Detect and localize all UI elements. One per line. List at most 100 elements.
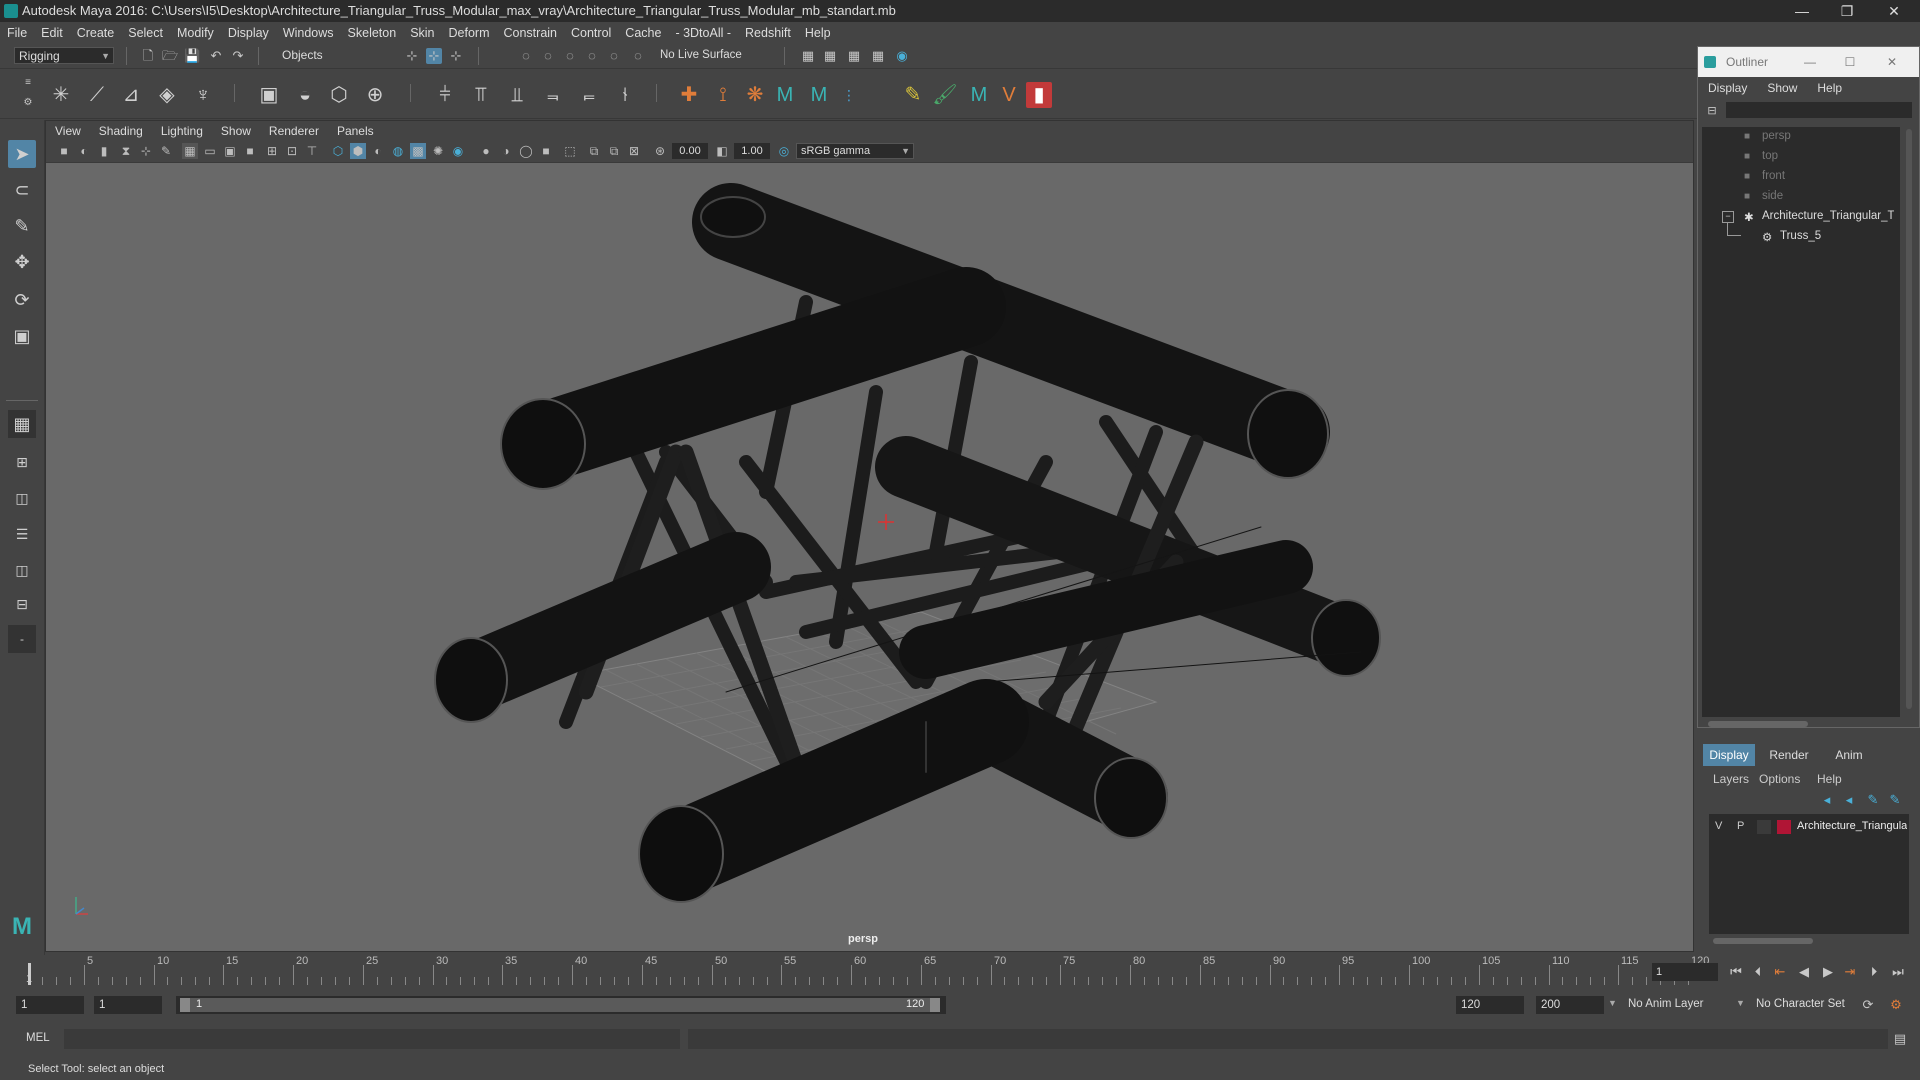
tree-item-top[interactable]: ■ top	[1744, 150, 1884, 166]
command-input[interactable]	[64, 1029, 680, 1049]
create-joints-icon[interactable]: ✳	[48, 82, 74, 108]
tab-anim[interactable]: Anim	[1823, 744, 1875, 766]
cluster-icon[interactable]: ◒	[292, 82, 318, 108]
hypershade-icon[interactable]: ◉	[894, 48, 910, 64]
menu-help[interactable]: Help	[798, 26, 838, 40]
gamma-field[interactable]: 1.00	[734, 143, 770, 159]
snap-grid-icon[interactable]: ◌	[518, 48, 534, 64]
range-slider-handle[interactable]	[180, 998, 940, 1012]
script-icon[interactable]: ⋮	[836, 82, 862, 108]
snap-curve-icon[interactable]: ◌	[540, 48, 556, 64]
brush-icon[interactable]: 🖌	[932, 82, 958, 108]
menu-file[interactable]: File	[0, 26, 34, 40]
go-to-start-icon[interactable]: ⏮	[1728, 964, 1744, 980]
close-button[interactable]: ✕	[1874, 0, 1914, 22]
open-scene-icon[interactable]: 🗁	[162, 48, 178, 64]
shelf-settings-icon[interactable]: ⚙	[20, 95, 36, 111]
shelf-menu-icon[interactable]: ≡	[20, 75, 36, 91]
maya-logo-icon[interactable]: M	[806, 82, 832, 108]
anim-layer-dropdown[interactable]: No Anim Layer	[1628, 998, 1703, 1010]
snap-view-icon[interactable]: ◌	[584, 48, 600, 64]
menu-control[interactable]: Control	[564, 26, 618, 40]
safe-action-icon[interactable]: ⊡	[284, 143, 300, 159]
layer-name[interactable]: Architecture_Triangula	[1797, 820, 1907, 832]
range-end-grip[interactable]	[930, 998, 940, 1012]
camera-attr-icon[interactable]: ◐	[76, 143, 92, 159]
filter-icon[interactable]: ⊟	[1704, 103, 1720, 119]
go-to-end-icon[interactable]: ⏭	[1890, 964, 1906, 980]
ambient-occlusion-icon[interactable]: ◉	[450, 143, 466, 159]
current-time-indicator[interactable]	[28, 963, 31, 985]
color-space-dropdown[interactable]: sRGB gamma ▼	[796, 143, 914, 159]
new-layer-selected-icon[interactable]: ✎	[1887, 792, 1903, 808]
snap-surface-icon[interactable]: ◌	[606, 48, 622, 64]
vp-menu-renderer[interactable]: Renderer	[260, 124, 328, 138]
script-editor-icon[interactable]: ▤	[1892, 1031, 1908, 1047]
bind-skin-icon[interactable]: ⫩	[432, 82, 458, 108]
layers-menu-help[interactable]: Help	[1817, 772, 1842, 786]
menu-constrain[interactable]: Constrain	[497, 26, 565, 40]
xray-icon[interactable]: ⬚	[562, 143, 578, 159]
smooth-shade-icon[interactable]: ⬢	[350, 143, 366, 159]
outliner-horizontal-scrollbar[interactable]	[1708, 721, 1808, 727]
layer-color-swatch[interactable]	[1777, 820, 1791, 834]
vp-menu-view[interactable]: View	[46, 124, 90, 138]
play-backwards-icon[interactable]: ◀	[1796, 964, 1812, 980]
color-management-icon[interactable]: ◎	[776, 143, 792, 159]
shadows-icon[interactable]: ✺	[430, 143, 446, 159]
outliner-menu-display[interactable]: Display	[1698, 81, 1757, 95]
layer-type-toggle[interactable]	[1757, 820, 1771, 834]
vp-menu-lighting[interactable]: Lighting	[152, 124, 212, 138]
move-layer-up-icon[interactable]: ◂	[1819, 792, 1835, 808]
ipr-render-icon[interactable]: ▦	[846, 48, 862, 64]
outliner-search-input[interactable]	[1726, 102, 1912, 118]
grease-pencil-icon[interactable]: ✎	[158, 143, 174, 159]
anim-preferences-icon[interactable]: ⚙	[1888, 997, 1904, 1013]
animation-start-field[interactable]: 1	[16, 996, 84, 1014]
tree-item-front[interactable]: ■ front	[1744, 170, 1884, 186]
depth-of-field-icon[interactable]: ◯	[518, 143, 534, 159]
move-layer-down-icon[interactable]: ◂	[1841, 792, 1857, 808]
menu-skeleton[interactable]: Skeleton	[341, 26, 404, 40]
step-back-key-icon[interactable]: ⇤	[1772, 964, 1788, 980]
range-slider-track[interactable]: 1 120	[176, 996, 946, 1014]
grid-icon[interactable]: ▦	[182, 143, 198, 159]
move-tool-icon[interactable]: ✥	[8, 248, 36, 276]
time-ruler[interactable]: 5 10 15 20 25 30 35 40 45 50 55 60 65 70 75 80 85 90 95 100…	[28, 955, 1709, 987]
dropdown-arrow-icon[interactable]: ▼	[1608, 998, 1617, 1008]
lasso-tool-icon[interactable]: ⊂	[8, 176, 36, 204]
tree-item-side[interactable]: ■ side	[1744, 190, 1884, 206]
undo-icon[interactable]: ↶	[208, 48, 224, 64]
outliner-menu-help[interactable]: Help	[1807, 81, 1852, 95]
tab-render[interactable]: Render	[1759, 744, 1819, 766]
orient-joint-icon[interactable]: ◈	[154, 82, 180, 108]
select-tool-icon[interactable]: ➤	[8, 140, 36, 168]
interactive-bind-icon[interactable]: ⫭	[576, 82, 602, 108]
ik-spline-icon[interactable]: ⊿	[118, 82, 144, 108]
vp-menu-panels[interactable]: Panels	[328, 124, 383, 138]
menu-redshift[interactable]: Redshift	[738, 26, 798, 40]
animation-end-field[interactable]: 200	[1536, 996, 1604, 1014]
wireframe-icon[interactable]: ⬡	[330, 143, 346, 159]
xray-joints-icon[interactable]: ⧉	[586, 143, 602, 159]
field-chart-icon[interactable]: ⊞	[264, 143, 280, 159]
menu-deform[interactable]: Deform	[442, 26, 497, 40]
paint-select-icon[interactable]: ✎	[8, 212, 36, 240]
antialiasing-icon[interactable]: ◑	[498, 143, 514, 159]
redo-icon[interactable]: ↷	[230, 48, 246, 64]
outliner-menu-show[interactable]: Show	[1757, 81, 1807, 95]
four-view-layout-icon[interactable]: ⊞	[8, 448, 36, 476]
vp-menu-show[interactable]: Show	[212, 124, 260, 138]
script-type-label[interactable]: MEL	[26, 1032, 50, 1044]
outliner-close-button[interactable]: ✕	[1876, 47, 1908, 77]
menu-windows[interactable]: Windows	[276, 26, 341, 40]
render-frame-icon[interactable]: ▦	[822, 48, 838, 64]
custom-layout-icon[interactable]: -	[8, 625, 36, 653]
range-start-grip[interactable]	[180, 998, 190, 1012]
sculpt-icon[interactable]: ⊕	[362, 82, 388, 108]
menu-skin[interactable]: Skin	[403, 26, 441, 40]
tab-display[interactable]: Display	[1703, 744, 1755, 766]
outliner-layout-icon[interactable]: ☰	[8, 520, 36, 548]
resolution-gate-icon[interactable]: ▣	[222, 143, 238, 159]
select-object-icon[interactable]: ⊹	[426, 48, 442, 64]
